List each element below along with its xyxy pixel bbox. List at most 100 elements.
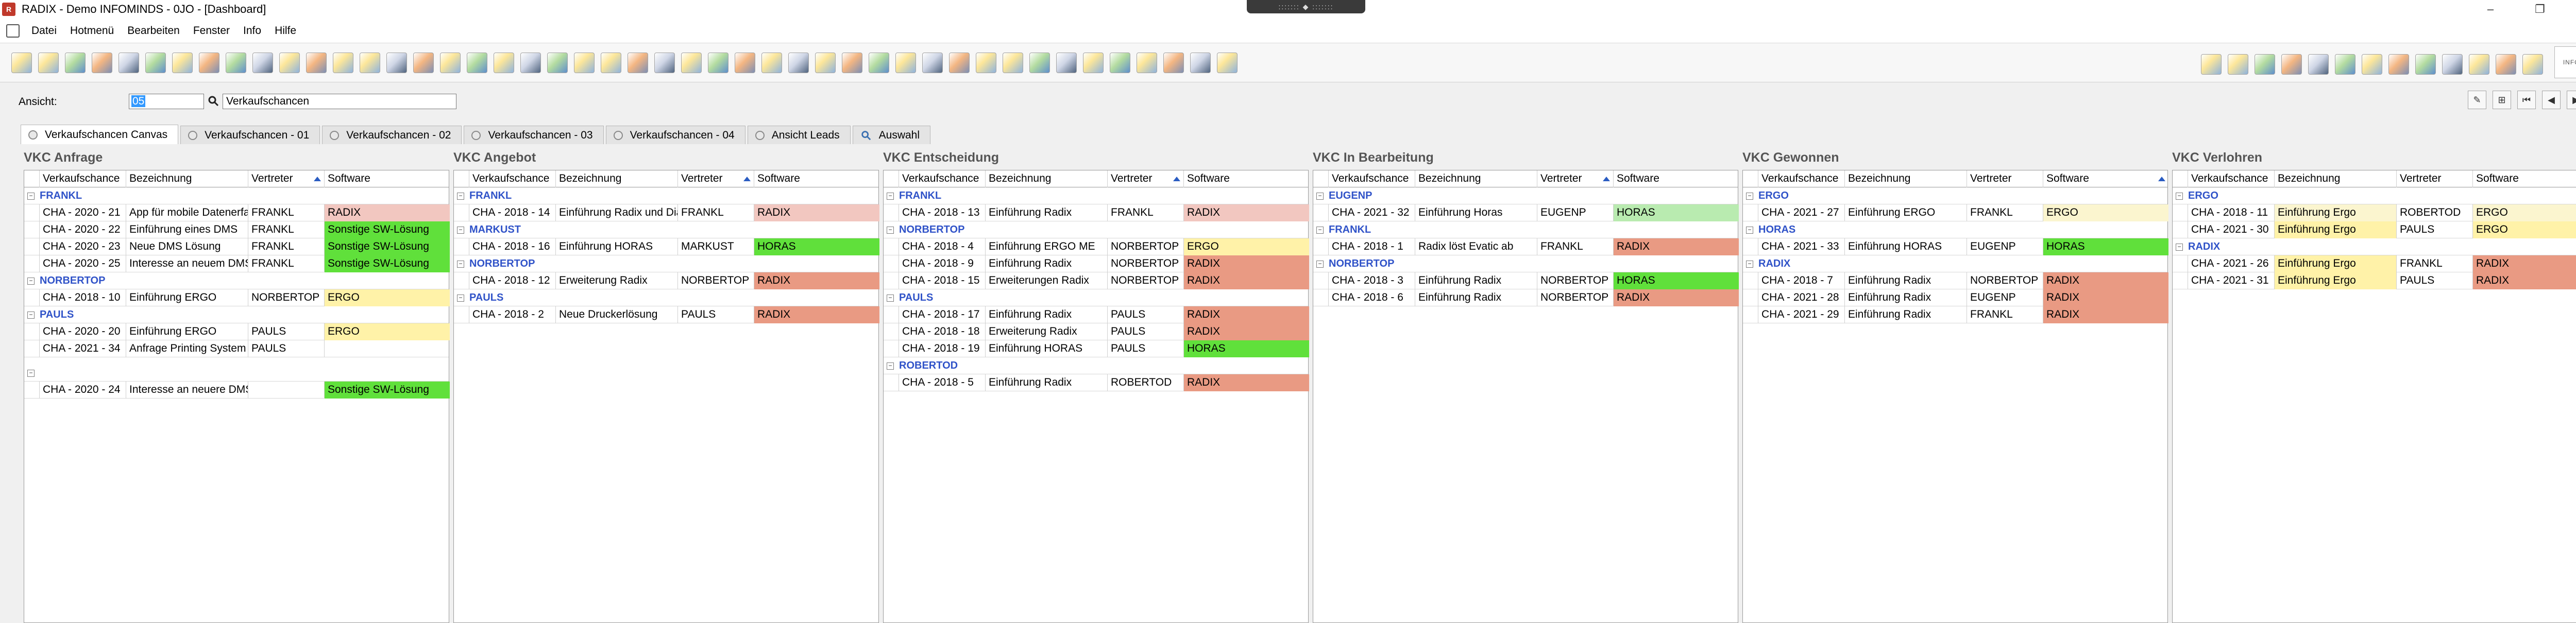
toolbar-tool-icon[interactable] xyxy=(279,53,300,73)
collapse-toggle-icon[interactable]: − xyxy=(1746,193,1753,200)
table-row[interactable]: CHA - 2018 - 14Einführung Radix und Diam… xyxy=(454,204,879,221)
previous-page-icon[interactable]: ◀ xyxy=(2542,91,2561,109)
minimize-button[interactable]: – xyxy=(2466,0,2515,19)
toolbar-tool-icon[interactable] xyxy=(199,53,219,73)
toolbar-tool-icon[interactable] xyxy=(2415,54,2436,75)
collapse-toggle-icon[interactable]: − xyxy=(27,278,35,285)
toolbar-tool-icon[interactable] xyxy=(38,53,59,73)
column-header[interactable]: Bezeichnung xyxy=(986,170,1108,187)
column-header[interactable]: Verkaufschance xyxy=(1329,170,1415,187)
collapse-toggle-icon[interactable]: − xyxy=(457,193,464,200)
sort-ascending-icon[interactable] xyxy=(743,177,751,181)
toolbar-tool-icon[interactable] xyxy=(842,53,862,73)
column-header[interactable]: Software xyxy=(1614,170,1739,187)
toolbar-tool-icon[interactable] xyxy=(386,53,407,73)
toolbar-tool-icon[interactable] xyxy=(494,53,514,73)
first-page-icon[interactable]: ⏮ xyxy=(2517,91,2536,109)
sort-ascending-icon[interactable] xyxy=(2158,177,2165,181)
group-row[interactable]: − EUGENP xyxy=(1313,187,1738,204)
table-row[interactable]: CHA - 2018 - 19 Einführung HORAS PAULS HORA… xyxy=(884,340,1309,357)
maximize-button[interactable]: ❐ xyxy=(2515,0,2565,19)
table-row[interactable]: CHA - 2020 - 25 Interesse an neuem DMS FRA… xyxy=(24,255,450,272)
toolbar-tool-icon[interactable] xyxy=(708,53,728,73)
table-row[interactable]: CHA - 2018 - 16 Einführung HORAS MARKUST HO… xyxy=(454,238,879,255)
view-code-input[interactable]: 05 xyxy=(129,94,204,109)
toolbar-tool-icon[interactable] xyxy=(869,53,889,73)
toolbar-tool-icon[interactable] xyxy=(788,53,809,73)
toolbar-tool-icon[interactable] xyxy=(949,53,970,73)
table-row[interactable]: CHA - 2018 - 6 Einführung Radix NORBERTOP R… xyxy=(1313,289,1739,306)
collapse-toggle-icon[interactable]: − xyxy=(457,227,464,234)
column-header[interactable]: Verkaufschance xyxy=(40,170,126,187)
table-row[interactable]: CHA - 2018 - 18 Erweiterung Radix PAULS RAD… xyxy=(884,323,1309,340)
collapse-toggle-icon[interactable]: − xyxy=(27,312,35,319)
table-row[interactable]: CHA - 2021 - 27 Einführung ERGO FRANKL ERGO xyxy=(1743,204,2168,221)
toolbar-tool-icon[interactable] xyxy=(2442,54,2463,75)
column-header[interactable]: Vertreter xyxy=(678,170,754,187)
group-row[interactable]: − NORBERTOP xyxy=(884,221,1308,238)
sort-ascending-icon[interactable] xyxy=(1603,177,1610,181)
toolbar-tool-icon[interactable] xyxy=(1190,53,1211,73)
column-header[interactable]: Software xyxy=(325,170,450,187)
toolbar-tool-icon[interactable] xyxy=(1110,53,1130,73)
tab-verkaufschancen-02[interactable]: Verkaufschancen - 02 xyxy=(322,126,462,144)
table-row[interactable]: CHA - 2018 - 17 Einführung Radix PAULS RADI… xyxy=(884,306,1309,323)
collapse-toggle-icon[interactable]: − xyxy=(457,261,464,268)
group-row[interactable]: − ROBERTOD xyxy=(884,357,1308,374)
menu-bearbeiten[interactable]: Bearbeiten xyxy=(121,25,187,37)
column-header[interactable]: Vertreter xyxy=(1537,170,1614,187)
sort-ascending-icon[interactable] xyxy=(1173,177,1180,181)
group-row[interactable]: − PAULS xyxy=(454,289,878,306)
tab-auswahl[interactable]: Auswahl xyxy=(852,126,931,144)
column-header[interactable]: Software xyxy=(2473,170,2576,187)
column-header[interactable]: Software xyxy=(754,170,879,187)
tab-ansicht-leads[interactable]: Ansicht Leads xyxy=(747,126,851,144)
column-header[interactable]: Vertreter xyxy=(1108,170,1184,187)
toolbar-tool-icon[interactable] xyxy=(574,53,595,73)
tab-verkaufschancen-03[interactable]: Verkaufschancen - 03 xyxy=(464,126,604,144)
table-row[interactable]: CHA - 2021 - 26 Einführung Ergo FRANKL RADI… xyxy=(2173,255,2576,272)
toolbar-tool-icon[interactable] xyxy=(815,53,836,73)
toolbar-tool-icon[interactable] xyxy=(92,53,112,73)
toolbar-tool-icon[interactable] xyxy=(1029,53,1050,73)
menu-info[interactable]: Info xyxy=(236,25,268,37)
column-header[interactable]: Bezeichnung xyxy=(126,170,248,187)
toolbar-tool-icon[interactable] xyxy=(226,53,246,73)
toolbar-tool-icon[interactable] xyxy=(65,53,86,73)
toolbar-tool-icon[interactable] xyxy=(654,53,675,73)
sort-ascending-icon[interactable] xyxy=(314,177,321,181)
column-header[interactable]: Bezeichnung xyxy=(556,170,678,187)
tab-verkaufschancen-canvas[interactable]: Verkaufschancen Canvas xyxy=(21,125,179,144)
toolbar-tool-icon[interactable] xyxy=(2522,54,2543,75)
toolbar-tool-icon[interactable] xyxy=(547,53,568,73)
group-row[interactable]: − MARKUST xyxy=(454,221,878,238)
group-row[interactable]: − FRANKL xyxy=(454,187,878,204)
menu-datei[interactable]: Datei xyxy=(25,25,63,37)
collapse-toggle-icon[interactable]: − xyxy=(887,295,894,302)
menu-hilfe[interactable]: Hilfe xyxy=(268,25,303,37)
toolbar-tool-icon[interactable] xyxy=(333,53,353,73)
column-header[interactable]: Bezeichnung xyxy=(1845,170,1967,187)
toolbar-tool-icon[interactable] xyxy=(11,53,32,73)
toolbar-tool-icon[interactable] xyxy=(145,53,166,73)
collapse-toggle-icon[interactable]: − xyxy=(457,295,464,302)
toolbar-tool-icon[interactable] xyxy=(2201,54,2222,75)
table-row[interactable]: CHA - 2020 - 23 Neue DMS Lösung FRANKL Sons… xyxy=(24,238,450,255)
column-header[interactable]: Verkaufschance xyxy=(469,170,556,187)
table-row[interactable]: CHA - 2018 - 3 Einführung Radix NORBERTOP H… xyxy=(1313,272,1739,289)
toolbar-tool-icon[interactable] xyxy=(2496,54,2516,75)
toolbar-tool-icon[interactable] xyxy=(2388,54,2409,75)
collapse-toggle-icon[interactable]: − xyxy=(1316,227,1324,234)
toolbar-tool-icon[interactable] xyxy=(467,53,487,73)
toolbar-tool-icon[interactable] xyxy=(895,53,916,73)
collapse-toggle-icon[interactable]: − xyxy=(1746,261,1753,268)
collapse-toggle-icon[interactable]: − xyxy=(1746,227,1753,234)
table-row[interactable]: CHA - 2020 - 20 Einführung ERGO PAULS ERGO xyxy=(24,323,450,340)
group-row[interactable]: − NORBERTOP xyxy=(454,255,878,272)
toolbar-tool-icon[interactable] xyxy=(2362,54,2382,75)
toolbar-tool-icon[interactable] xyxy=(306,53,327,73)
remote-session-bar[interactable]: ::::::: ◆ ::::::: xyxy=(1247,0,1365,13)
toolbar-tool-icon[interactable] xyxy=(1137,53,1157,73)
toolbar-tool-icon[interactable] xyxy=(681,53,702,73)
menu-hotmenue[interactable]: Hotmenü xyxy=(63,25,121,37)
